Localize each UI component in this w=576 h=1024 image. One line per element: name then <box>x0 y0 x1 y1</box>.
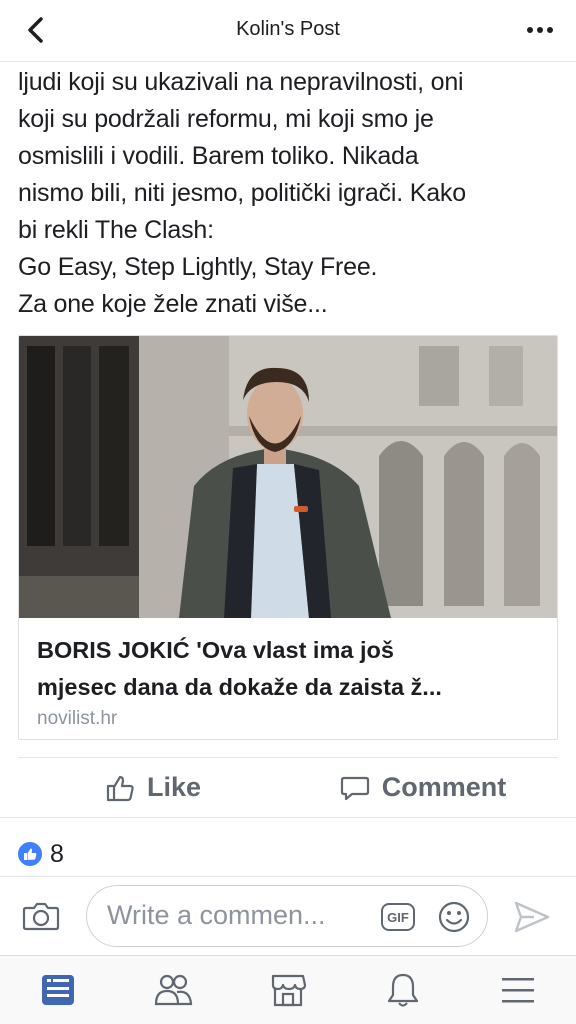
article-headline-line[interactable]: BORIS JOKIĆ 'Ova vlast ima još <box>37 632 541 669</box>
article-domain: novilist.hr <box>37 708 118 729</box>
more-dots-icon <box>527 27 533 33</box>
comment-icon <box>340 776 369 800</box>
tab-notifications[interactable] <box>346 956 461 1024</box>
post-line: bi rekli The Clash: <box>18 216 214 244</box>
more-button[interactable] <box>520 14 560 46</box>
comment-placeholder: Write a commen... <box>107 900 326 930</box>
comment-input[interactable]: Write a commen... GIF <box>86 885 488 947</box>
news-feed-icon <box>41 975 74 1005</box>
notifications-icon <box>388 973 419 1007</box>
camera-icon <box>22 902 60 931</box>
link-preview-card[interactable]: BORIS JOKIĆ 'Ova vlast ima još mjesec da… <box>18 335 558 740</box>
reaction-count: 8 <box>50 839 64 868</box>
post-line: Za one koje žele znati više... <box>18 290 328 318</box>
article-photo[interactable] <box>19 336 558 618</box>
post-line: nismo bili, niti jesmo, politički igrači… <box>18 179 466 207</box>
comment-composer: Write a commen... GIF <box>0 877 576 955</box>
page-title: Kolin's Post <box>236 18 340 40</box>
bottom-tab-bar <box>0 955 576 1024</box>
camera-button[interactable] <box>20 895 62 937</box>
send-icon[interactable] <box>512 899 552 935</box>
divider <box>0 817 576 818</box>
tab-friends[interactable] <box>115 956 230 1024</box>
post-line: koji su podržali reformu, mi koji smo je <box>18 105 434 133</box>
tab-news-feed[interactable] <box>0 956 115 1024</box>
like-button[interactable]: Like <box>18 758 288 817</box>
menu-icon <box>502 978 535 1003</box>
post-line: Go Easy, Step Lightly, Stay Free. <box>18 253 378 281</box>
emoji-icon[interactable] <box>437 900 471 934</box>
friends-icon <box>154 974 192 1006</box>
like-label: Like <box>146 772 202 802</box>
post-line: ljudi koji su ukazivali na nepravilnosti… <box>18 68 464 96</box>
comment-label: Comment <box>381 772 507 802</box>
gif-button[interactable]: GIF <box>381 903 415 931</box>
reactions-summary[interactable]: 8 <box>18 838 64 870</box>
thumbs-up-badge-icon <box>18 842 42 866</box>
top-bar: Kolin's Post <box>0 0 576 62</box>
tab-marketplace[interactable] <box>230 956 345 1024</box>
post-actions: Like Comment <box>18 757 558 817</box>
tab-menu[interactable] <box>461 956 576 1024</box>
marketplace-icon <box>271 974 307 1007</box>
article-headline-line[interactable]: mjesec dana da dokaže da zaista ž... <box>37 669 541 706</box>
thumbs-up-icon <box>106 775 134 801</box>
post-line: osmislili i vodili. Barem toliko. Nikada <box>18 142 419 170</box>
link-meta: BORIS JOKIĆ 'Ova vlast ima još mjesec da… <box>19 618 557 739</box>
comment-button[interactable]: Comment <box>288 758 558 817</box>
post-text: ljudi koji su ukazivali na nepravilnosti… <box>18 64 563 323</box>
